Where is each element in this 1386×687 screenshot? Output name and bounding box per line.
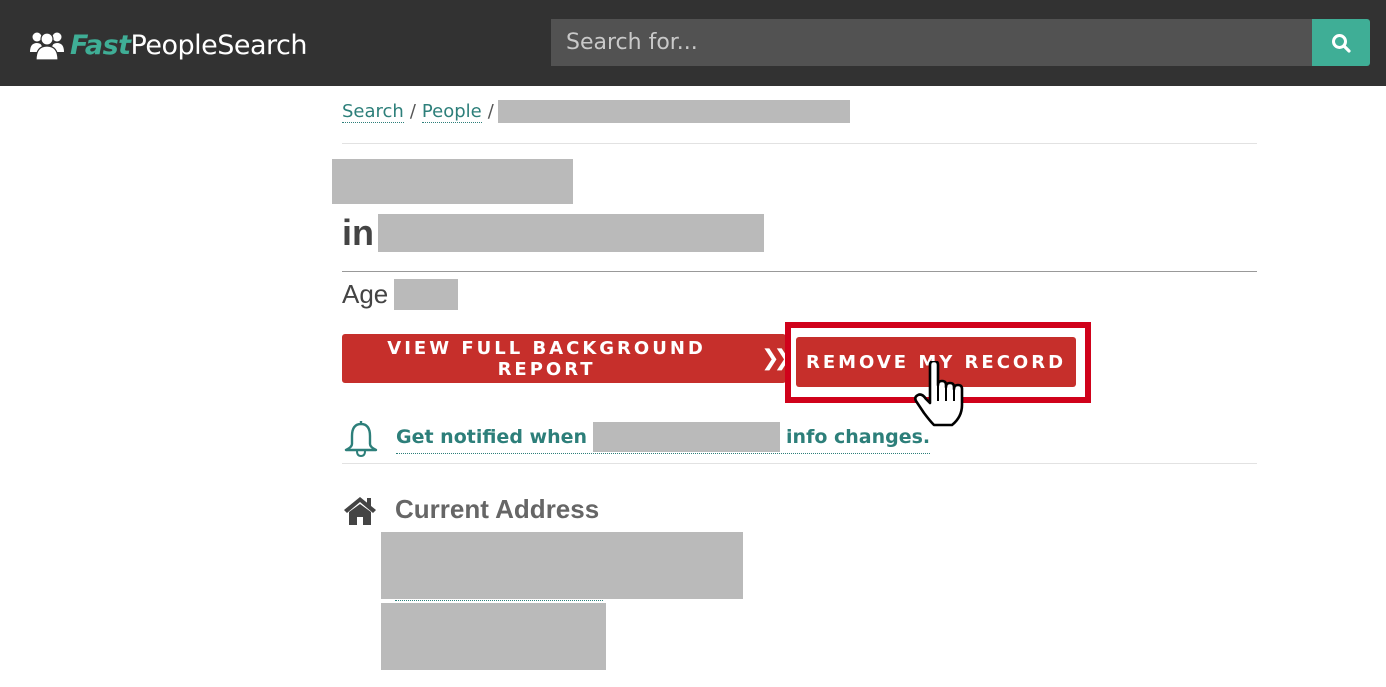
logo-text-peoplesearch: PeopleSearch (130, 29, 308, 61)
search-button[interactable] (1312, 19, 1370, 66)
notification-signup: Get notified when info changes. (342, 418, 931, 458)
home-icon (344, 496, 376, 525)
get-notified-link[interactable]: Get notified when info changes. (396, 422, 931, 454)
search-bar (551, 19, 1370, 66)
bell-icon (344, 421, 378, 458)
age-label: Age (342, 279, 389, 309)
age-redacted (394, 279, 459, 310)
person-location: in (342, 212, 764, 254)
divider (342, 271, 1257, 272)
person-name-redacted (332, 159, 573, 204)
logo-text-fast: Fast (70, 29, 131, 61)
people-group-icon (30, 32, 64, 60)
view-full-background-report-button[interactable]: VIEW FULL BACKGROUND REPORT ❯❯ (342, 334, 792, 383)
remove-my-record-button[interactable]: REMOVE MY RECORD (796, 337, 1076, 387)
breadcrumb-separator: / (409, 101, 416, 122)
location-prefix: in (342, 212, 374, 253)
double-chevron-right-icon: ❯❯ (761, 346, 792, 371)
divider (342, 143, 1257, 144)
breadcrumb-current-redacted[interactable] (497, 100, 850, 123)
notify-suffix: info changes. (786, 426, 931, 448)
notify-name-redacted (593, 422, 781, 452)
location-redacted (378, 214, 764, 252)
breadcrumb-separator: / (487, 101, 494, 122)
top-navigation-bar: Fast PeopleSearch (0, 0, 1386, 86)
current-address-header: Current Address (342, 494, 599, 525)
search-icon (1332, 33, 1351, 53)
site-logo[interactable]: Fast PeopleSearch (30, 26, 308, 64)
breadcrumb-people-link[interactable]: People (421, 101, 482, 123)
breadcrumb-search-link[interactable]: Search (342, 101, 404, 123)
divider (342, 463, 1257, 464)
remove-button-label: REMOVE MY RECORD (805, 351, 1067, 373)
person-age: Age (342, 279, 459, 310)
current-address-title: Current Address (395, 494, 600, 524)
address-link-underline (395, 600, 603, 601)
report-button-label: VIEW FULL BACKGROUND REPORT (387, 337, 706, 380)
search-input[interactable] (551, 19, 1312, 66)
address-line-2-redacted[interactable] (381, 603, 606, 670)
breadcrumb: Search / People / (342, 100, 850, 123)
address-line-1-redacted[interactable] (381, 532, 743, 599)
notify-prefix: Get notified when (396, 426, 588, 448)
